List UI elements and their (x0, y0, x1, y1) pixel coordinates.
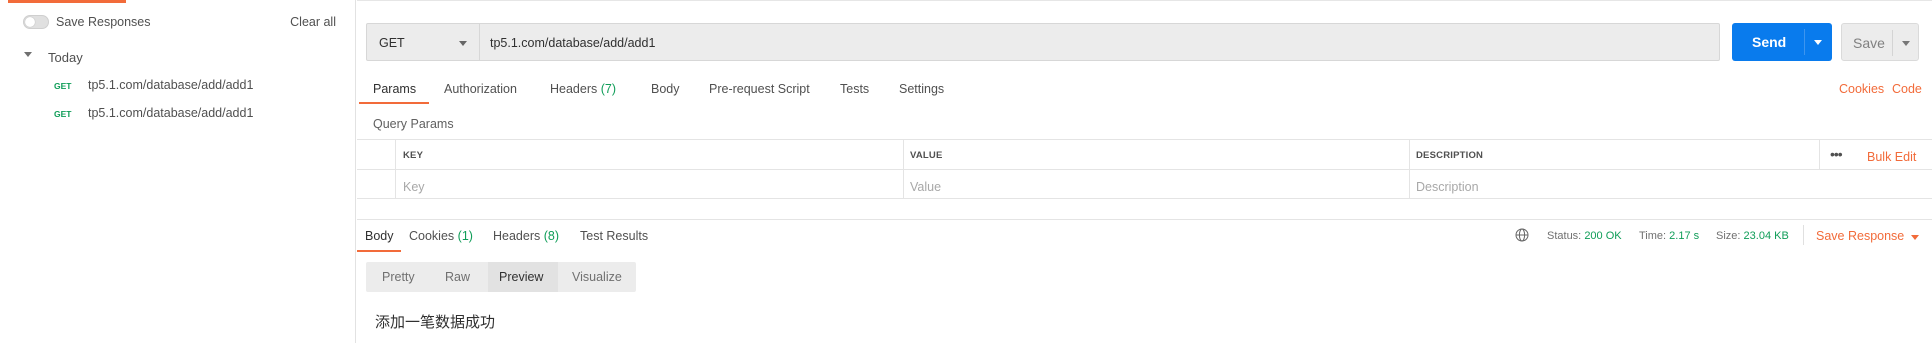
divider (1803, 225, 1804, 245)
save-label: Save (1853, 35, 1885, 51)
description-input[interactable]: Description (1416, 180, 1479, 194)
save-options-chevron-icon[interactable] (1902, 41, 1910, 46)
save-responses-toggle[interactable] (23, 15, 49, 29)
chevron-down-icon[interactable] (1911, 235, 1919, 240)
save-button[interactable]: Save (1841, 23, 1919, 61)
tab-headers-count: (7) (600, 82, 617, 96)
active-tab-indicator (359, 102, 429, 104)
column-header-description: DESCRIPTION (1416, 150, 1484, 161)
response-status: Status: 200 OK (1547, 230, 1622, 242)
response-time: Time: 2.17 s (1639, 230, 1699, 242)
send-button[interactable]: Send (1732, 23, 1832, 61)
response-tabs: Body Cookies (1) Headers (8) Test Result… (357, 225, 1932, 253)
size-value: 23.04 KB (1743, 230, 1789, 242)
active-tab-indicator (357, 250, 401, 252)
response-tab-headers-label: Headers (493, 229, 541, 243)
view-raw-button[interactable]: Raw (445, 262, 485, 292)
view-pretty-label: Pretty (382, 270, 415, 284)
view-preview-button[interactable]: Preview (499, 262, 559, 292)
request-tabs: Params Authorization Headers (7) Body Pr… (357, 78, 1932, 106)
view-preview-label: Preview (499, 270, 544, 284)
url-input[interactable]: tp5.1.com/database/add/add1 (480, 23, 1720, 61)
history-sidebar: Save Responses Clear all Today GET tp5.1… (0, 0, 356, 343)
view-visualize-label: Visualize (572, 270, 622, 284)
response-tab-headers-count: (8) (543, 229, 560, 243)
history-item[interactable]: GET tp5.1.com/database/add/add1 (0, 102, 356, 126)
status-label: Status: (1547, 230, 1582, 242)
response-preview-content: 添加一笔数据成功 (375, 313, 496, 331)
send-label: Send (1752, 34, 1787, 50)
response-tab-cookies[interactable]: Cookies (1) (409, 229, 473, 243)
tab-tests[interactable]: Tests (840, 82, 869, 96)
code-link[interactable]: Code (1892, 82, 1922, 96)
postman-window: Save Responses Clear all Today GET tp5.1… (0, 0, 1932, 343)
history-item[interactable]: GET tp5.1.com/database/add/add1 (0, 74, 356, 98)
send-options-chevron-icon[interactable] (1814, 40, 1822, 45)
divider (1804, 29, 1805, 55)
column-header-value: VALUE (910, 150, 943, 161)
tab-pre-request-script[interactable]: Pre-request Script (709, 82, 810, 96)
toggle-knob (25, 17, 35, 27)
history-item-method: GET (54, 81, 72, 91)
clear-all-button[interactable]: Clear all (290, 15, 336, 29)
divider (1409, 140, 1410, 199)
history-item-method: GET (54, 109, 72, 119)
method-select[interactable]: GET (366, 23, 480, 61)
column-header-key: KEY (403, 150, 424, 161)
response-tab-headers[interactable]: Headers (8) (493, 229, 559, 243)
divider (1892, 30, 1893, 56)
view-raw-label: Raw (445, 270, 471, 284)
history-toolbar: Save Responses Clear all (0, 9, 356, 33)
size-label: Size: (1716, 230, 1741, 242)
response-tab-cookies-label: Cookies (409, 229, 455, 243)
chevron-down-icon (459, 41, 467, 46)
view-visualize-button[interactable]: Visualize (572, 262, 632, 292)
divider (357, 169, 1932, 170)
status-value: 200 OK (1584, 230, 1622, 242)
divider (357, 219, 1932, 220)
tab-body[interactable]: Body (651, 82, 680, 96)
cookies-link[interactable]: Cookies (1839, 82, 1884, 96)
key-input[interactable]: Key (403, 180, 425, 194)
response-size: Size: 23.04 KB (1716, 230, 1789, 242)
divider (1819, 140, 1820, 169)
save-response-button[interactable]: Save Response (1816, 229, 1904, 243)
history-group-label: Today (48, 50, 83, 65)
tab-authorization[interactable]: Authorization (444, 82, 517, 96)
time-label: Time: (1639, 230, 1667, 242)
divider (357, 0, 1932, 1)
response-tab-test-results[interactable]: Test Results (580, 229, 648, 243)
time-value: 2.17 s (1669, 230, 1700, 242)
history-item-url: tp5.1.com/database/add/add1 (88, 106, 254, 120)
tab-params[interactable]: Params (373, 82, 416, 96)
tab-settings[interactable]: Settings (899, 82, 944, 96)
method-value: GET (379, 36, 405, 50)
view-pretty-button[interactable]: Pretty (382, 262, 432, 292)
value-input[interactable]: Value (910, 180, 941, 194)
caret-down-icon (24, 52, 32, 57)
tab-headers[interactable]: Headers (7) (550, 82, 616, 96)
response-view-mode-group: Pretty Raw Preview Visualize (366, 262, 636, 292)
tab-headers-label: Headers (550, 82, 598, 96)
url-value: tp5.1.com/database/add/add1 (490, 36, 656, 50)
divider (395, 140, 396, 199)
globe-icon[interactable] (1515, 228, 1529, 242)
history-item-url: tp5.1.com/database/add/add1 (88, 78, 254, 92)
bulk-edit-link[interactable]: Bulk Edit (1867, 150, 1916, 164)
save-responses-label: Save Responses (56, 15, 151, 29)
more-options-icon[interactable]: ••• (1830, 146, 1843, 162)
sidebar-active-tab-indicator (8, 0, 126, 3)
request-builder: GET tp5.1.com/database/add/add1 Send Sav… (357, 0, 1932, 343)
divider (903, 140, 904, 199)
query-params-title: Query Params (373, 117, 454, 131)
response-tab-body[interactable]: Body (365, 229, 394, 243)
query-params-table: KEY VALUE DESCRIPTION ••• Bulk Edit Key … (357, 139, 1932, 199)
response-tab-cookies-count: (1) (457, 229, 473, 243)
